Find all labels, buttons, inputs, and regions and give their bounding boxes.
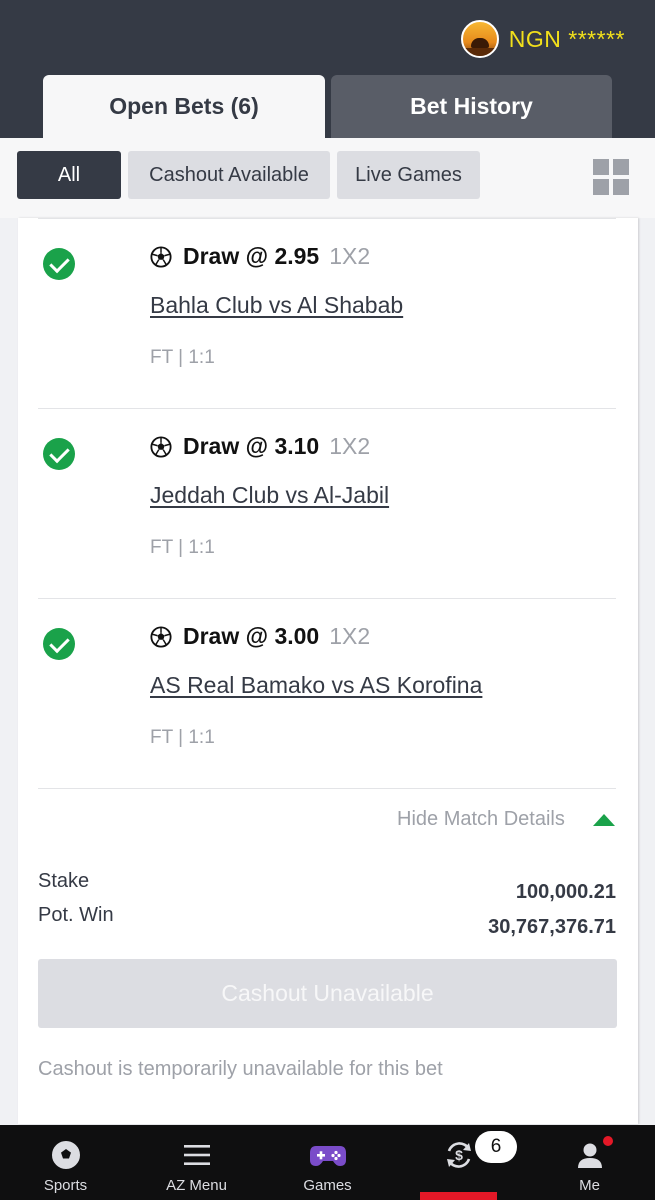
grid-view-icon[interactable] bbox=[593, 159, 629, 195]
selection-line: Draw @ 3.10 1X2 bbox=[150, 433, 370, 460]
check-circle-icon bbox=[43, 248, 75, 280]
check-circle-icon bbox=[43, 628, 75, 660]
nav-me[interactable]: Me bbox=[524, 1125, 655, 1200]
match-link[interactable]: AS Real Bamako vs AS Korofina bbox=[150, 672, 482, 699]
stake-label: Stake bbox=[38, 870, 90, 892]
nav-az-menu[interactable]: AZ Menu bbox=[131, 1125, 262, 1200]
selection-text: Draw @ 2.95 bbox=[183, 243, 320, 269]
nav-games[interactable]: Games bbox=[262, 1125, 393, 1200]
tab-open-bets[interactable]: Open Bets (6) bbox=[43, 75, 325, 138]
filter-live-games-button[interactable]: Live Games bbox=[337, 151, 480, 199]
open-bets-count-badge: 6 bbox=[475, 1131, 517, 1163]
cashout-button[interactable]: Cashout Unavailable bbox=[38, 959, 617, 1028]
bottom-nav: Sports AZ Menu Games $ Me bbox=[0, 1125, 655, 1200]
match-link[interactable]: Jeddah Club vs Al-Jabil bbox=[150, 482, 389, 509]
match-result: FT | 1:1 bbox=[150, 537, 215, 558]
market-label: 1X2 bbox=[329, 243, 371, 269]
match-result: FT | 1:1 bbox=[150, 727, 215, 748]
potential-win-label: Pot. Win bbox=[38, 904, 114, 926]
filter-all-button[interactable]: All bbox=[17, 151, 121, 199]
market-label: 1X2 bbox=[329, 433, 371, 459]
gamepad-icon bbox=[309, 1146, 346, 1166]
selection-text: Draw @ 3.10 bbox=[183, 433, 320, 459]
football-icon bbox=[150, 245, 172, 268]
caret-up-icon[interactable] bbox=[593, 814, 615, 826]
bet-slip-icon: $ bbox=[446, 1142, 471, 1168]
match-link[interactable]: Bahla Club vs Al Shabab bbox=[150, 292, 403, 319]
stake-value: 100,000.21 bbox=[515, 881, 616, 903]
filter-bar: All Cashout Available Live Games bbox=[0, 138, 655, 218]
potential-win-value: 30,767,376.71 bbox=[488, 916, 616, 938]
active-tab-indicator bbox=[420, 1192, 497, 1200]
football-icon bbox=[150, 625, 172, 648]
balance-label: NGN ****** bbox=[508, 25, 625, 52]
market-label: 1X2 bbox=[329, 623, 371, 649]
selection-line: Draw @ 3.00 1X2 bbox=[150, 623, 370, 650]
check-circle-icon bbox=[43, 438, 75, 470]
notification-dot bbox=[603, 1136, 613, 1146]
filter-cashout-available-button[interactable]: Cashout Available bbox=[128, 151, 330, 199]
nav-me-label: Me bbox=[579, 1177, 600, 1194]
nav-az-menu-label: AZ Menu bbox=[166, 1177, 227, 1194]
account-balance[interactable]: NGN ****** bbox=[460, 20, 625, 58]
tab-bet-history[interactable]: Bet History bbox=[331, 75, 612, 138]
football-icon bbox=[150, 435, 172, 458]
divider bbox=[38, 788, 616, 789]
list-item: Draw @ 3.10 1X2 Jeddah Club vs Al-Jabil … bbox=[0, 408, 655, 598]
selection-text: Draw @ 3.00 bbox=[183, 623, 320, 649]
avatar[interactable] bbox=[460, 20, 499, 58]
nav-sports-label: Sports bbox=[43, 1177, 88, 1194]
svg-text:$: $ bbox=[455, 1147, 463, 1163]
menu-icon bbox=[183, 1145, 210, 1165]
list-item: Draw @ 2.95 1X2 Bahla Club vs Al Shabab … bbox=[0, 218, 655, 408]
list-item: Draw @ 3.00 1X2 AS Real Bamako vs AS Kor… bbox=[0, 598, 655, 788]
match-result: FT | 1:1 bbox=[150, 347, 215, 368]
hide-match-details-link[interactable]: Hide Match Details bbox=[397, 808, 565, 831]
selection-line: Draw @ 2.95 1X2 bbox=[150, 243, 370, 270]
cashout-note: Cashout is temporarily unavailable for t… bbox=[38, 1058, 443, 1080]
nav-sports[interactable]: Sports bbox=[0, 1125, 131, 1200]
football-icon bbox=[51, 1141, 80, 1169]
nav-games-label: Games bbox=[303, 1177, 352, 1194]
user-icon bbox=[577, 1143, 602, 1168]
